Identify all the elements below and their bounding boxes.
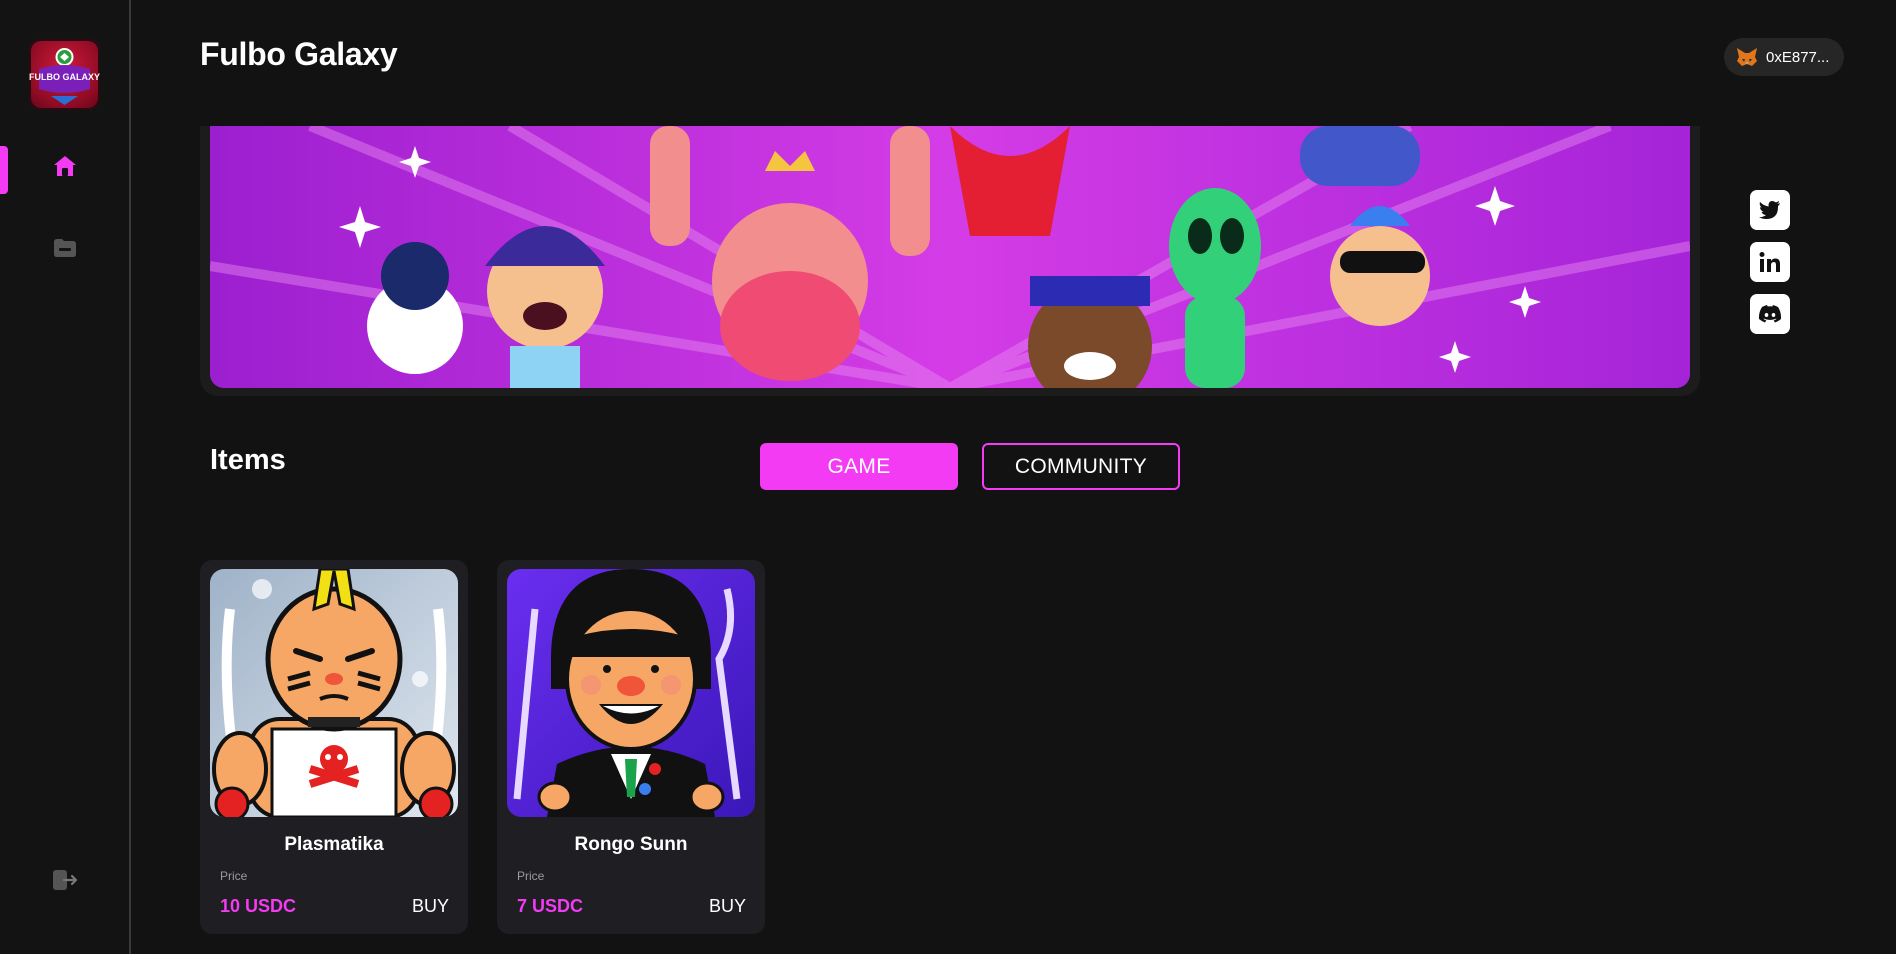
logout-button[interactable]: [49, 864, 81, 896]
nav-active-indicator: [0, 146, 8, 194]
price-label: Price: [517, 869, 545, 883]
page-title: Fulbo Galaxy: [200, 36, 398, 72]
twitter-link[interactable]: [1750, 190, 1790, 230]
linkedin-icon: [1759, 252, 1780, 272]
logo-text: FULBO GALAXY: [29, 72, 100, 82]
buy-button[interactable]: BUY: [412, 896, 449, 917]
wallet-button[interactable]: 0xE877...: [1724, 38, 1844, 76]
tab-community[interactable]: COMMUNITY: [982, 443, 1180, 490]
item-price: 10 USDC: [220, 896, 297, 916]
price-label: Price: [220, 869, 248, 883]
discord-link[interactable]: [1750, 294, 1790, 334]
sidebar-item-home[interactable]: [49, 150, 81, 182]
items-section-title: Items: [210, 444, 286, 476]
item-name: Rongo Sunn: [574, 834, 688, 855]
item-card[interactable]: Plasmatika Price 10 USDC BUY: [200, 560, 468, 934]
item-image-rongo-sunn: [507, 569, 755, 817]
twitter-icon: [1759, 201, 1780, 219]
home-icon: [54, 156, 76, 176]
discord-icon: [1758, 305, 1782, 323]
linkedin-link[interactable]: [1750, 242, 1790, 282]
item-price: 7 USDC: [517, 896, 584, 916]
sidebar: FULBO GALAXY: [0, 0, 131, 954]
item-name: Plasmatika: [284, 834, 384, 855]
item-image-plasmatika: [210, 569, 458, 817]
buy-button[interactable]: BUY: [709, 896, 746, 917]
wallet-address: 0xE877...: [1766, 48, 1830, 66]
item-card[interactable]: Rongo Sunn Price 7 USDC BUY: [497, 560, 765, 934]
app-logo[interactable]: FULBO GALAXY: [29, 39, 100, 110]
folder-icon: [54, 239, 76, 257]
sidebar-item-folder[interactable]: [49, 232, 81, 264]
metamask-fox-icon: [1737, 48, 1757, 66]
hero-banner: [210, 126, 1690, 388]
tab-game[interactable]: GAME: [760, 443, 958, 490]
logout-icon: [53, 870, 78, 890]
